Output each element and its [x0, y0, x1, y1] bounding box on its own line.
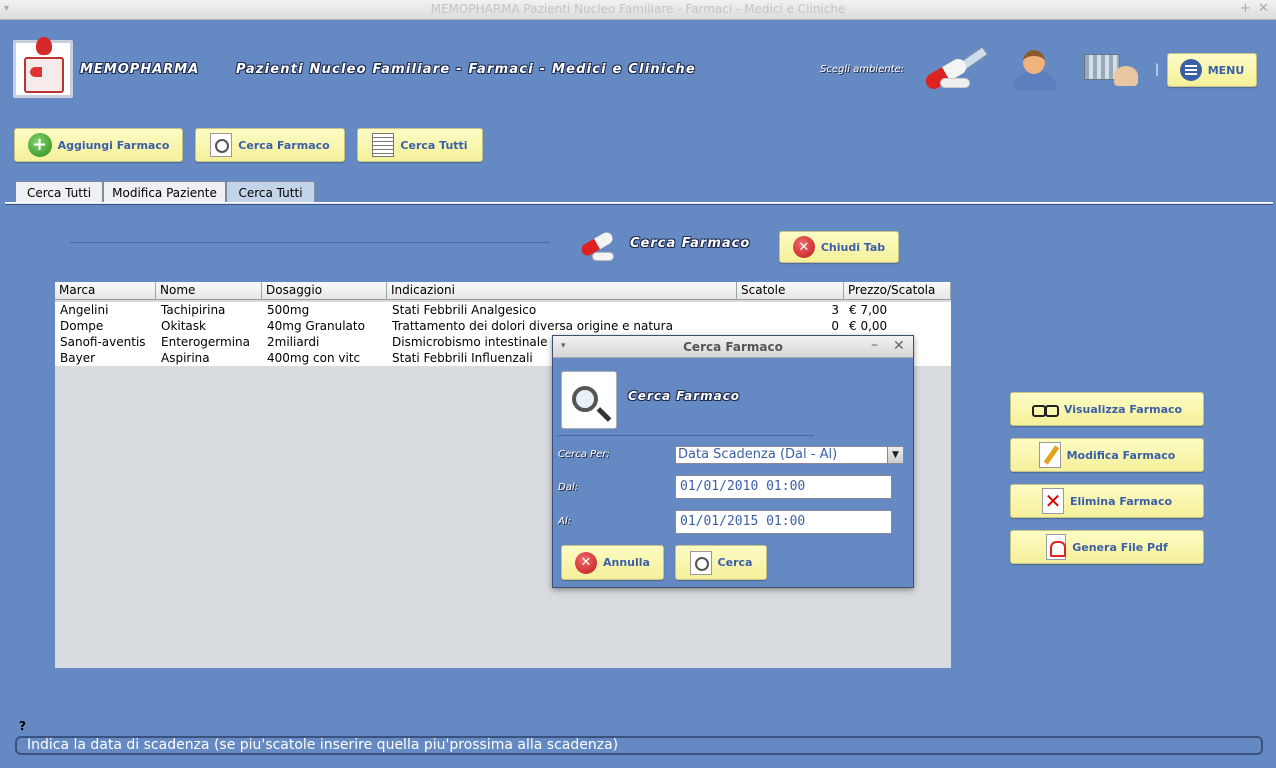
dialog-divider	[557, 435, 814, 436]
cell-nome: Tachipirina	[161, 303, 226, 317]
list-icon	[372, 133, 395, 157]
pencil-icon	[1038, 442, 1061, 468]
table-header: Marca Nome Dosaggio Indicazioni Scatole …	[55, 282, 951, 300]
close-tab-label: Chiudi Tab	[820, 240, 886, 254]
cell-dosaggio: 40mg Granulato	[267, 319, 365, 333]
cell-indicazioni: Stati Febbrili Analgesico	[392, 303, 537, 317]
to-date-input[interactable]: 01/01/2015 01:00	[675, 510, 892, 534]
search-label: Cerca	[717, 556, 753, 569]
dialog-close-icon[interactable]: ✕	[893, 338, 905, 354]
tab-modifica-paziente[interactable]: Modifica Paziente	[103, 181, 226, 203]
close-icon: ✕	[792, 236, 815, 258]
search-all-button[interactable]: Cerca Tutti	[357, 128, 483, 162]
add-drug-label: Aggiungi Farmaco	[57, 138, 170, 152]
cell-nome: Enterogermina	[161, 335, 250, 349]
cell-scatole: 0	[831, 319, 839, 333]
add-drug-button[interactable]: + Aggiungi Farmaco	[14, 128, 183, 162]
cell-dosaggio: 2miliardi	[267, 335, 320, 349]
window-pin-icon[interactable]: +	[1240, 1, 1251, 16]
section-title: Cerca Farmaco	[630, 236, 751, 251]
table-row[interactable]: Dompe Okitask 40mg Granulato Trattamento…	[55, 318, 951, 334]
section-divider	[70, 242, 550, 243]
column-header-nome[interactable]: Nome	[156, 282, 262, 300]
minimize-icon[interactable]: –	[871, 337, 878, 353]
search-icon	[689, 550, 712, 575]
search-drug-dialog: ▾ Cerca Farmaco – ✕ Cerca Farmaco Cerca …	[552, 335, 914, 588]
dialog-title: Cerca Farmaco	[683, 340, 783, 354]
search-by-value: Data Scadenza (Dal - Al)	[678, 447, 838, 462]
patient-environment-icon[interactable]	[1010, 44, 1060, 92]
cell-marca: Dompe	[60, 319, 104, 333]
dropdown-arrow-icon[interactable]: ▼	[887, 447, 903, 463]
generate-pdf-label: Genera File Pdf	[1072, 540, 1168, 554]
tab-cerca-tutti-1[interactable]: Cerca Tutti	[15, 181, 103, 203]
pdf-icon	[1046, 534, 1067, 560]
search-drug-button[interactable]: Cerca Farmaco	[195, 128, 345, 162]
cell-marca: Angelini	[60, 303, 109, 317]
cell-nome: Aspirina	[161, 351, 210, 365]
search-all-label: Cerca Tutti	[400, 138, 468, 152]
cancel-label: Annulla	[603, 556, 650, 569]
header-separator: |	[1155, 62, 1160, 76]
column-header-scatole[interactable]: Scatole	[737, 282, 844, 300]
column-header-prezzo[interactable]: Prezzo/Scatola	[844, 282, 951, 300]
app-logo-icon	[13, 37, 73, 98]
pill-icon	[30, 67, 54, 77]
tab-cerca-tutti-2[interactable]: Cerca Tutti	[226, 181, 315, 203]
glasses-icon	[1031, 398, 1059, 420]
cell-marca: Sanofi-aventis	[60, 335, 146, 349]
search-by-select[interactable]: Data Scadenza (Dal - Al) ▼	[675, 446, 904, 464]
plus-icon: +	[27, 133, 52, 157]
delete-icon: ✕	[1041, 488, 1064, 514]
column-header-dosaggio[interactable]: Dosaggio	[262, 282, 387, 300]
help-marker: ?	[19, 719, 26, 733]
generate-pdf-button[interactable]: Genera File Pdf	[1010, 530, 1204, 564]
search-document-icon	[210, 133, 233, 157]
window-title: MEMOPHARMA Pazienti Nucleo Familiare - F…	[430, 2, 846, 16]
pharmacy-environment-icon[interactable]	[918, 44, 996, 92]
delete-drug-button[interactable]: ✕ Elimina Farmaco	[1010, 484, 1204, 518]
delete-drug-label: Elimina Farmaco	[1069, 494, 1173, 508]
pushpin-icon	[36, 37, 52, 55]
search-button[interactable]: Cerca	[675, 545, 767, 580]
column-header-indicazioni[interactable]: Indicazioni	[387, 282, 737, 300]
dialog-heading: Cerca Farmaco	[628, 389, 741, 403]
edit-drug-button[interactable]: Modifica Farmaco	[1010, 438, 1204, 472]
clinic-environment-icon[interactable]	[1080, 44, 1142, 92]
view-drug-button[interactable]: Visualizza Farmaco	[1010, 392, 1204, 426]
menu-button-label: MENU	[1207, 63, 1245, 77]
to-label: Al:	[558, 516, 571, 527]
hamburger-menu-icon	[1179, 59, 1202, 81]
tab-divider	[5, 202, 1273, 205]
magnifier-icon	[561, 371, 617, 429]
from-date-input[interactable]: 01/01/2010 01:00	[675, 475, 892, 499]
cell-dosaggio: 500mg	[267, 303, 310, 317]
view-drug-label: Visualizza Farmaco	[1063, 402, 1183, 416]
menu-button[interactable]: MENU	[1167, 53, 1257, 87]
app-brand: MEMOPHARMA	[80, 62, 200, 77]
cancel-icon: ✕	[575, 551, 597, 574]
cell-scatole: 3	[831, 303, 839, 317]
cell-prezzo: € 7,00	[849, 303, 888, 317]
cell-dosaggio: 400mg con vitc	[267, 351, 361, 365]
window-titlebar: ▾ MEMOPHARMA Pazienti Nucleo Familiare -…	[0, 0, 1276, 20]
search-drug-label: Cerca Farmaco	[238, 138, 330, 152]
pills-icon	[578, 220, 624, 268]
window-close-icon[interactable]: ✕	[1258, 1, 1269, 16]
environment-label: Scegli ambiente:	[820, 64, 905, 75]
dialog-titlebar: ▾ Cerca Farmaco – ✕	[553, 336, 913, 358]
search-by-label: Cerca Per:	[558, 449, 610, 460]
edit-drug-label: Modifica Farmaco	[1066, 448, 1176, 462]
status-bar: Indica la data di scadenza (se piu'scato…	[15, 736, 1263, 755]
column-header-marca[interactable]: Marca	[55, 282, 156, 300]
cell-marca: Bayer	[60, 351, 96, 365]
from-label: Dal:	[558, 482, 578, 493]
cancel-button[interactable]: ✕ Annulla	[561, 545, 664, 580]
app-subtitle: Pazienti Nucleo Familiare - Farmaci - Me…	[236, 62, 696, 77]
cell-prezzo: € 0,00	[849, 319, 888, 333]
table-row[interactable]: Angelini Tachipirina 500mg Stati Febbril…	[55, 302, 951, 318]
cell-indicazioni: Trattamento dei dolori diversa origine e…	[392, 319, 673, 333]
cell-nome: Okitask	[161, 319, 206, 333]
close-tab-button[interactable]: ✕ Chiudi Tab	[779, 231, 899, 263]
